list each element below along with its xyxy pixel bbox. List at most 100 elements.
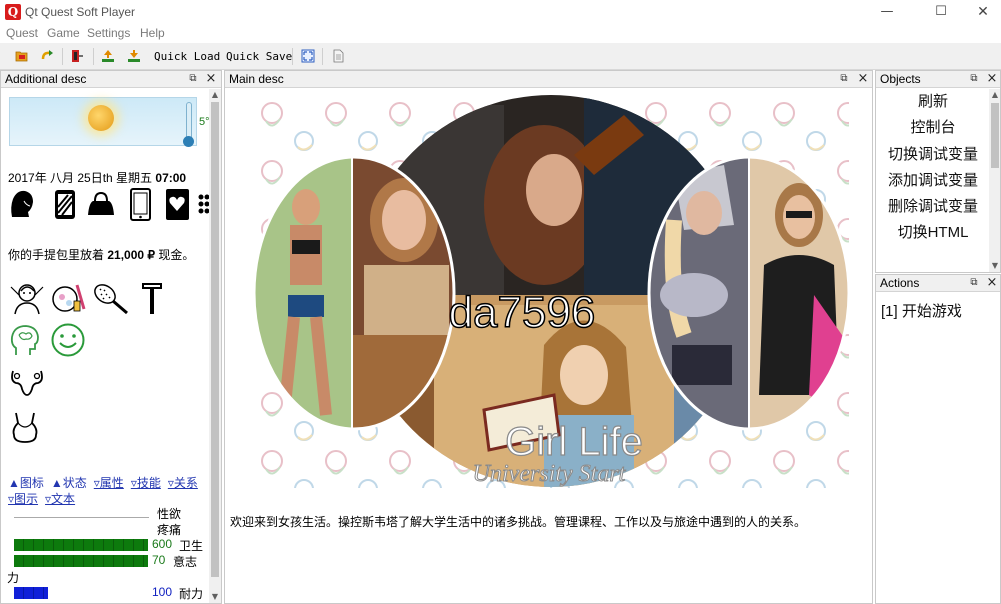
main-desc-content: da7596 Girl Life University Start 欢迎来到女孩…: [226, 89, 872, 603]
float-panel-button[interactable]: ⧉: [838, 73, 850, 85]
hygiene-bar: [14, 539, 148, 551]
money-prefix: 你的手提包里放着: [8, 248, 105, 262]
bra-icon[interactable]: [10, 411, 40, 445]
float-panel-button[interactable]: ⧉: [968, 277, 980, 289]
will-label: 意志: [173, 555, 198, 569]
toolbar: Quick Load Quick Save: [0, 43, 1001, 70]
toolbar-separator: [292, 48, 293, 65]
menu-quest[interactable]: Quest: [6, 26, 38, 40]
money-status: 你的手提包里放着 21,000 ₽ 现金。: [8, 246, 194, 263]
thermometer-icon: [186, 102, 192, 140]
scroll-up-icon[interactable]: ▲: [209, 89, 221, 101]
load-icon[interactable]: [101, 49, 115, 63]
object-delete-debug-var[interactable]: 删除调试变量: [876, 194, 990, 220]
money-suffix: 现金。: [158, 248, 195, 262]
title-bar: Q Qt Quest Soft Player — ☐ ✕: [0, 0, 1001, 24]
document-icon[interactable]: [331, 49, 345, 63]
close-panel-button[interactable]: ×: [986, 72, 998, 86]
link-status[interactable]: ▲状态: [51, 476, 87, 490]
panel-title: Additional desc: [5, 72, 87, 86]
panel-title: Actions: [880, 276, 920, 290]
objects-panel: Objects ⧉ × 刷新 控制台 切换调试变量 添加调试变量 删除调试变量 …: [875, 70, 1001, 273]
scroll-down-icon[interactable]: ▼: [209, 591, 221, 603]
float-panel-button[interactable]: ⧉: [968, 73, 980, 85]
maximize-button[interactable]: ☐: [918, 0, 964, 24]
logo-subtitle: University Start: [473, 461, 627, 487]
link-illustration[interactable]: ▿图示: [8, 492, 38, 506]
left-panel-scrollbar[interactable]: ▲ ▼: [209, 89, 221, 603]
money-amount: 21,000 ₽: [107, 248, 156, 262]
handbag-icon[interactable]: [86, 187, 116, 221]
smartphone-icon[interactable]: [126, 187, 156, 221]
window-title: Qt Quest Soft Player: [25, 5, 136, 19]
toolbar-separator: [93, 48, 94, 65]
exit-icon[interactable]: [70, 49, 84, 63]
smiley-icon[interactable]: [50, 323, 86, 357]
link-text[interactable]: ▿文本: [45, 492, 75, 506]
save-icon[interactable]: [127, 49, 141, 63]
panel-header: Actions ⧉ ×: [876, 275, 1000, 292]
phone-case-icon[interactable]: [50, 187, 80, 221]
scroll-up-icon[interactable]: ▲: [989, 89, 1000, 101]
restart-icon[interactable]: [40, 49, 54, 63]
will-bar: [14, 555, 148, 567]
float-panel-button[interactable]: ⧉: [187, 73, 199, 85]
scrollbar-thumb[interactable]: [211, 102, 219, 577]
watermark-text: da7596: [449, 288, 596, 337]
libido-bar: [14, 517, 149, 518]
stamina-bar: [14, 587, 48, 599]
close-panel-button[interactable]: ×: [986, 276, 998, 290]
objects-scrollbar[interactable]: ▲ ▼: [989, 89, 1000, 272]
close-panel-button[interactable]: ×: [205, 72, 217, 86]
head-silhouette-icon[interactable]: [6, 187, 36, 221]
hygiene-label: 卫生: [179, 539, 204, 553]
close-window-button[interactable]: ✕: [960, 0, 1001, 24]
pain-label: 疼痛: [157, 523, 182, 537]
stamina-label: 耐力: [179, 587, 204, 601]
card-heart-icon[interactable]: [162, 187, 192, 221]
quick-save-button[interactable]: Quick Save: [226, 50, 292, 63]
temperature-value: 5°: [199, 116, 209, 128]
more-icon[interactable]: [198, 187, 209, 221]
action-start-game[interactable]: [1] 开始游戏: [881, 300, 962, 321]
stamina-value: 100: [152, 585, 173, 599]
actions-panel: Actions ⧉ × [1] 开始游戏: [875, 274, 1001, 604]
link-skills[interactable]: ▿技能: [131, 476, 161, 490]
object-toggle-html[interactable]: 切换HTML: [876, 220, 990, 246]
fullscreen-icon[interactable]: [301, 49, 315, 63]
object-refresh[interactable]: 刷新: [876, 89, 990, 115]
girl-life-splash-image: da7596 Girl Life University Start: [254, 95, 849, 488]
close-panel-button[interactable]: ×: [857, 72, 869, 86]
makeup-icon[interactable]: [50, 281, 86, 315]
uterus-icon[interactable]: [8, 365, 46, 399]
open-folder-icon[interactable]: [15, 49, 29, 63]
menu-game[interactable]: Game: [47, 26, 80, 40]
quick-load-button[interactable]: Quick Load: [154, 50, 220, 63]
link-icons[interactable]: ▲图标: [8, 476, 44, 490]
scroll-down-icon[interactable]: ▼: [989, 260, 1000, 272]
menu-settings[interactable]: Settings: [87, 26, 130, 40]
link-relations[interactable]: ▿关系: [168, 476, 198, 490]
hairbrush-icon[interactable]: [92, 281, 130, 315]
minimize-button[interactable]: —: [864, 0, 910, 24]
menu-help[interactable]: Help: [140, 26, 165, 40]
object-toggle-debug-vars[interactable]: 切换调试变量: [876, 142, 990, 168]
libido-label: 性欲: [157, 507, 182, 521]
logo-title: Girl Life: [505, 420, 643, 464]
time-text: 07:00: [155, 171, 187, 185]
razor-icon[interactable]: [138, 281, 168, 315]
object-add-debug-var[interactable]: 添加调试变量: [876, 168, 990, 194]
hygiene-value: 600: [152, 537, 173, 551]
object-console[interactable]: 控制台: [876, 115, 990, 141]
panel-title: Objects: [880, 72, 921, 86]
additional-desc-content: 5° 2017年 八月 25日th 星期五 07:00 你的手提包里放着 21,…: [2, 89, 209, 603]
salon-icon[interactable]: [9, 281, 45, 315]
panel-header: Objects ⧉ ×: [876, 71, 1000, 88]
will-value: 70: [152, 553, 166, 567]
menu-bar: Quest Game Settings Help: [0, 24, 1001, 43]
scrollbar-thumb[interactable]: [991, 103, 999, 168]
link-attributes[interactable]: ▿属性: [94, 476, 124, 490]
brain-icon[interactable]: [8, 323, 42, 357]
date-text: 2017年 八月 25日th 星期五: [8, 171, 153, 185]
weather-image: [9, 97, 197, 147]
